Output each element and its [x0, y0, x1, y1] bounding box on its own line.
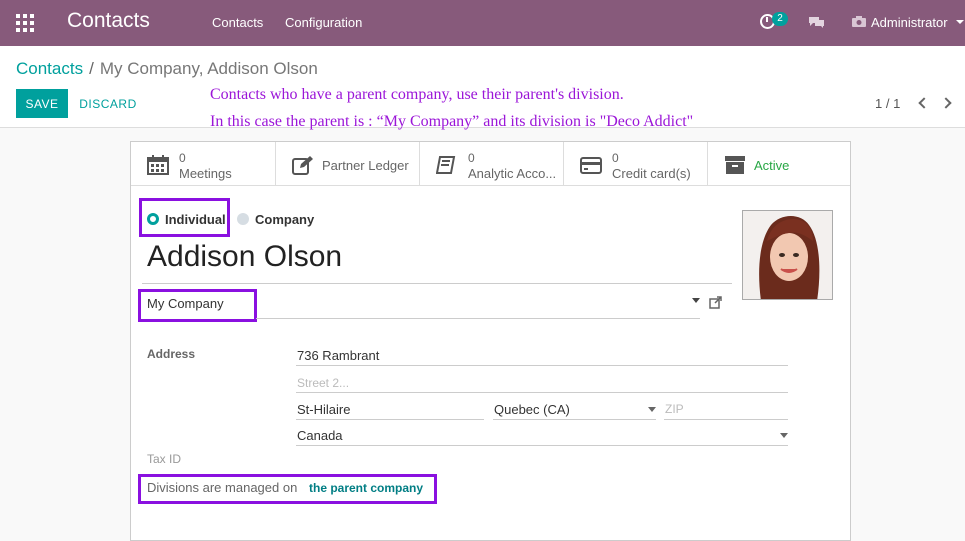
- city-input[interactable]: St-Hilaire: [297, 402, 350, 417]
- state-underline: [493, 419, 656, 420]
- parent-company-underline: [256, 318, 700, 319]
- country-select[interactable]: Canada: [297, 428, 343, 443]
- apps-menu-icon[interactable]: [16, 14, 34, 32]
- user-menu[interactable]: Administrator: [871, 15, 948, 30]
- archive-icon: [725, 156, 745, 174]
- pager-value[interactable]: 1 / 1: [875, 96, 900, 111]
- company-label[interactable]: Company: [255, 212, 314, 227]
- partner-avatar-image[interactable]: [742, 210, 833, 300]
- street2-underline: [296, 392, 788, 393]
- edit-icon: [292, 156, 313, 175]
- company-radio[interactable]: [237, 213, 249, 225]
- user-avatar-icon[interactable]: [852, 16, 866, 27]
- street-underline: [296, 365, 788, 366]
- pager-previous-icon[interactable]: [918, 97, 930, 109]
- credit-card-icon: [580, 157, 602, 174]
- credit-card-count: 0: [612, 151, 619, 165]
- partner-ledger-button[interactable]: Partner Ledger: [275, 142, 419, 186]
- parent-company-dropdown-icon[interactable]: [692, 298, 700, 303]
- individual-radio[interactable]: [147, 213, 159, 225]
- zip-underline: [664, 419, 788, 420]
- annotation-line-1: Contacts who have a parent company, use …: [210, 86, 624, 103]
- individual-label[interactable]: Individual: [165, 212, 226, 227]
- user-menu-caret-icon[interactable]: [956, 20, 964, 24]
- top-navbar: Contacts Contacts Configuration 2 Admini…: [0, 0, 965, 46]
- active-label: Active: [754, 158, 790, 173]
- credit-cards-button[interactable]: 0 Credit card(s): [563, 142, 707, 186]
- annotation-line-2: In this case the parent is : “My Company…: [210, 113, 694, 130]
- chat-icon[interactable]: [808, 16, 825, 28]
- breadcrumb: Contacts / My Company, Addison Olson: [16, 59, 318, 79]
- divisions-text: Divisions are managed on: [147, 480, 298, 495]
- app-title: Contacts: [67, 9, 150, 32]
- smart-button-box: 0 Meetings Partner Ledger 0 Analytic Acc…: [131, 142, 850, 186]
- menu-configuration[interactable]: Configuration: [285, 15, 362, 30]
- breadcrumb-current: My Company, Addison Olson: [99, 59, 318, 78]
- active-toggle-button[interactable]: Active: [707, 142, 850, 186]
- activity-count-badge: 2: [772, 12, 788, 26]
- credit-card-label: Credit card(s): [612, 166, 691, 181]
- parent-company-link[interactable]: the parent company: [309, 481, 423, 495]
- meetings-button[interactable]: 0 Meetings: [131, 142, 275, 186]
- breadcrumb-contacts[interactable]: Contacts: [16, 59, 83, 78]
- analytic-accounts-button[interactable]: 0 Analytic Acco...: [419, 142, 563, 186]
- calendar-icon: [147, 155, 169, 175]
- parent-company-input[interactable]: My Company: [147, 296, 224, 311]
- country-underline: [296, 445, 788, 446]
- tax-id-label: Tax ID: [147, 452, 182, 466]
- save-button[interactable]: SAVE: [16, 89, 68, 118]
- address-label: Address: [147, 347, 196, 361]
- meetings-label: Meetings: [179, 166, 232, 181]
- analytic-label: Analytic Acco...: [468, 166, 557, 181]
- partner-ledger-label: Partner Ledger: [322, 158, 409, 173]
- state-select[interactable]: Quebec (CA): [494, 402, 570, 417]
- book-icon: [436, 156, 456, 174]
- meetings-count: 0: [179, 151, 186, 165]
- street-input[interactable]: 736 Rambrant: [297, 348, 379, 363]
- street2-input[interactable]: Street 2...: [297, 376, 349, 390]
- partner-name-input[interactable]: Addison Olson: [147, 240, 342, 274]
- pager-next-icon[interactable]: [940, 97, 952, 109]
- menu-contacts[interactable]: Contacts: [212, 15, 263, 30]
- name-underline: [142, 283, 732, 284]
- breadcrumb-separator: /: [89, 59, 94, 78]
- analytic-count: 0: [468, 151, 475, 165]
- state-dropdown-icon[interactable]: [648, 407, 656, 412]
- control-panel: Contacts / My Company, Addison Olson SAVE …: [0, 46, 965, 130]
- country-dropdown-icon[interactable]: [780, 433, 788, 438]
- city-underline: [296, 419, 484, 420]
- discard-button[interactable]: DISCARD: [76, 89, 140, 118]
- zip-input[interactable]: ZIP: [665, 402, 684, 416]
- external-link-icon[interactable]: [709, 296, 722, 309]
